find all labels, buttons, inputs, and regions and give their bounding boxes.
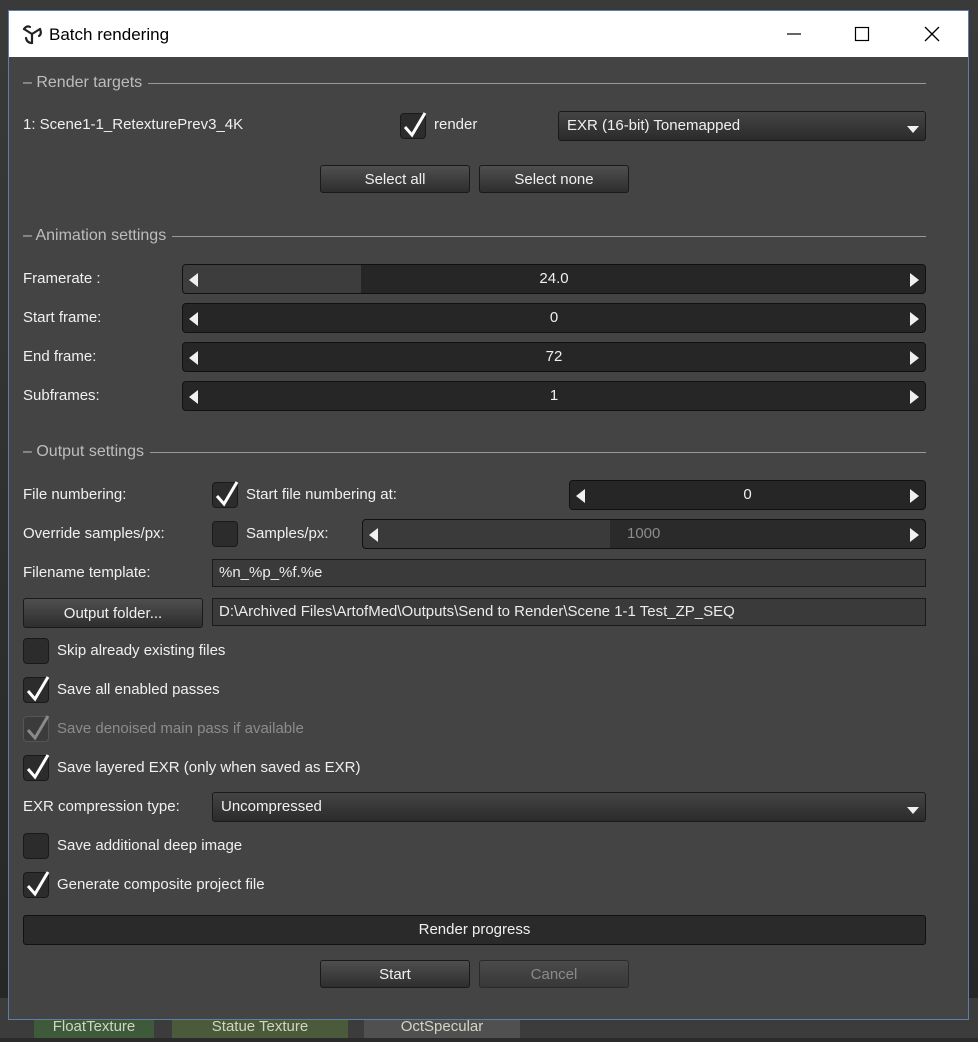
render-progress-bar: Render progress [23, 915, 926, 945]
start-numbering-label: Start file numbering at: [246, 486, 397, 503]
chevron-down-icon [907, 807, 919, 814]
framerate-value: 24.0 [539, 270, 569, 287]
samples-slider[interactable]: 1000 [362, 519, 926, 549]
checkmark-icon [26, 754, 50, 780]
section-label: – Animation settings [23, 226, 173, 246]
end-frame-value: 72 [545, 348, 563, 365]
arrow-left-icon[interactable] [189, 351, 198, 365]
end-frame-label: End frame: [23, 348, 97, 365]
arrow-left-icon[interactable] [189, 312, 198, 326]
output-folder-button[interactable]: Output folder... [23, 598, 203, 628]
composite-project-checkbox[interactable] [23, 871, 50, 898]
save-denoised-label: Save denoised main pass if available [57, 720, 304, 737]
arrow-left-icon[interactable] [189, 390, 198, 404]
exr-compression-label: EXR compression type: [23, 798, 180, 815]
start-numbering-slider[interactable]: 0 [569, 480, 926, 510]
close-icon [924, 26, 940, 42]
arrow-right-icon[interactable] [910, 312, 919, 326]
arrow-right-icon[interactable] [910, 390, 919, 404]
title-bar: Batch rendering [9, 11, 968, 57]
arrow-right-icon[interactable] [910, 528, 919, 542]
cancel-button[interactable]: Cancel [479, 960, 629, 988]
dialog-content: – Render targets 1: Scene1-1_RetexturePr… [9, 57, 968, 1021]
arrow-right-icon[interactable] [910, 351, 919, 365]
render-format-value: EXR (16-bit) Tonemapped [567, 117, 741, 134]
override-samples-label: Override samples/px: [23, 525, 165, 542]
arrow-right-icon[interactable] [910, 273, 919, 287]
start-numbering-value: 0 [743, 486, 752, 503]
start-button[interactable]: Start [320, 960, 470, 988]
deep-image-label: Save additional deep image [57, 837, 243, 854]
render-checkbox[interactable] [400, 112, 427, 139]
end-frame-slider[interactable]: 72 [182, 342, 926, 372]
minimize-button[interactable] [771, 11, 817, 57]
save-layered-exr-checkbox[interactable] [23, 754, 50, 781]
framerate-label: Framerate : [23, 270, 101, 287]
arrow-left-icon[interactable] [576, 489, 585, 503]
exr-compression-dropdown[interactable]: Uncompressed [212, 792, 926, 822]
arrow-right-icon[interactable] [910, 489, 919, 503]
animation-settings-section: – Animation settings [23, 226, 926, 246]
subframes-slider[interactable]: 1 [182, 381, 926, 411]
minimize-icon [787, 33, 801, 35]
checkmark-icon [26, 871, 50, 897]
start-frame-slider[interactable]: 0 [182, 303, 926, 333]
render-format-dropdown[interactable]: EXR (16-bit) Tonemapped [558, 111, 926, 141]
samples-label: Samples/px: [246, 525, 329, 542]
composite-project-label: Generate composite project file [57, 876, 265, 893]
section-divider [23, 452, 926, 453]
samples-value: 1000 [627, 525, 661, 542]
deep-image-checkbox[interactable] [23, 833, 49, 859]
skip-existing-checkbox[interactable] [23, 638, 49, 664]
output-settings-section: – Output settings [23, 442, 926, 462]
arrow-left-icon[interactable] [189, 273, 198, 287]
start-numbering-checkbox[interactable] [212, 481, 239, 508]
checkmark-icon [26, 715, 50, 741]
select-all-button[interactable]: Select all [320, 165, 470, 193]
skip-existing-label: Skip already existing files [57, 642, 226, 659]
octane-logo-icon [22, 25, 42, 45]
checkmark-icon [26, 676, 50, 702]
section-divider [23, 83, 926, 84]
maximize-icon [854, 26, 870, 42]
filename-template-label: Filename template: [23, 564, 151, 581]
checkmark-icon [215, 481, 239, 507]
batch-rendering-dialog: Batch rendering – Render targets 1: Scen… [8, 10, 969, 1020]
subframes-label: Subframes: [23, 387, 100, 404]
checkmark-icon [403, 112, 427, 138]
save-all-passes-label: Save all enabled passes [57, 681, 220, 698]
maximize-button[interactable] [839, 11, 885, 57]
chevron-down-icon [907, 126, 919, 133]
framerate-slider[interactable]: 24.0 [182, 264, 926, 294]
start-frame-label: Start frame: [23, 309, 102, 326]
close-button[interactable] [909, 11, 955, 57]
override-samples-checkbox[interactable] [212, 521, 238, 547]
output-folder-input[interactable]: D:\Archived Files\ArtofMed\Outputs\Send … [212, 598, 926, 626]
subframes-value: 1 [549, 387, 559, 404]
select-none-button[interactable]: Select none [479, 165, 629, 193]
section-label: – Render targets [23, 73, 149, 93]
file-numbering-label: File numbering: [23, 486, 127, 503]
section-label: – Output settings [23, 442, 150, 462]
window-title: Batch rendering [49, 25, 170, 44]
save-all-passes-checkbox[interactable] [23, 676, 50, 703]
filename-template-input[interactable]: %n_%p_%f.%e [212, 559, 926, 587]
save-layered-exr-label: Save layered EXR (only when saved as EXR… [57, 759, 361, 776]
exr-compression-value: Uncompressed [221, 798, 322, 815]
start-frame-value: 0 [549, 309, 559, 326]
render-target-name: 1: Scene1-1_RetexturePrev3_4K [23, 116, 244, 133]
save-denoised-checkbox[interactable] [23, 715, 50, 742]
arrow-left-icon[interactable] [369, 528, 378, 542]
render-checkbox-label: render [434, 116, 478, 133]
render-targets-section: – Render targets [23, 73, 926, 93]
